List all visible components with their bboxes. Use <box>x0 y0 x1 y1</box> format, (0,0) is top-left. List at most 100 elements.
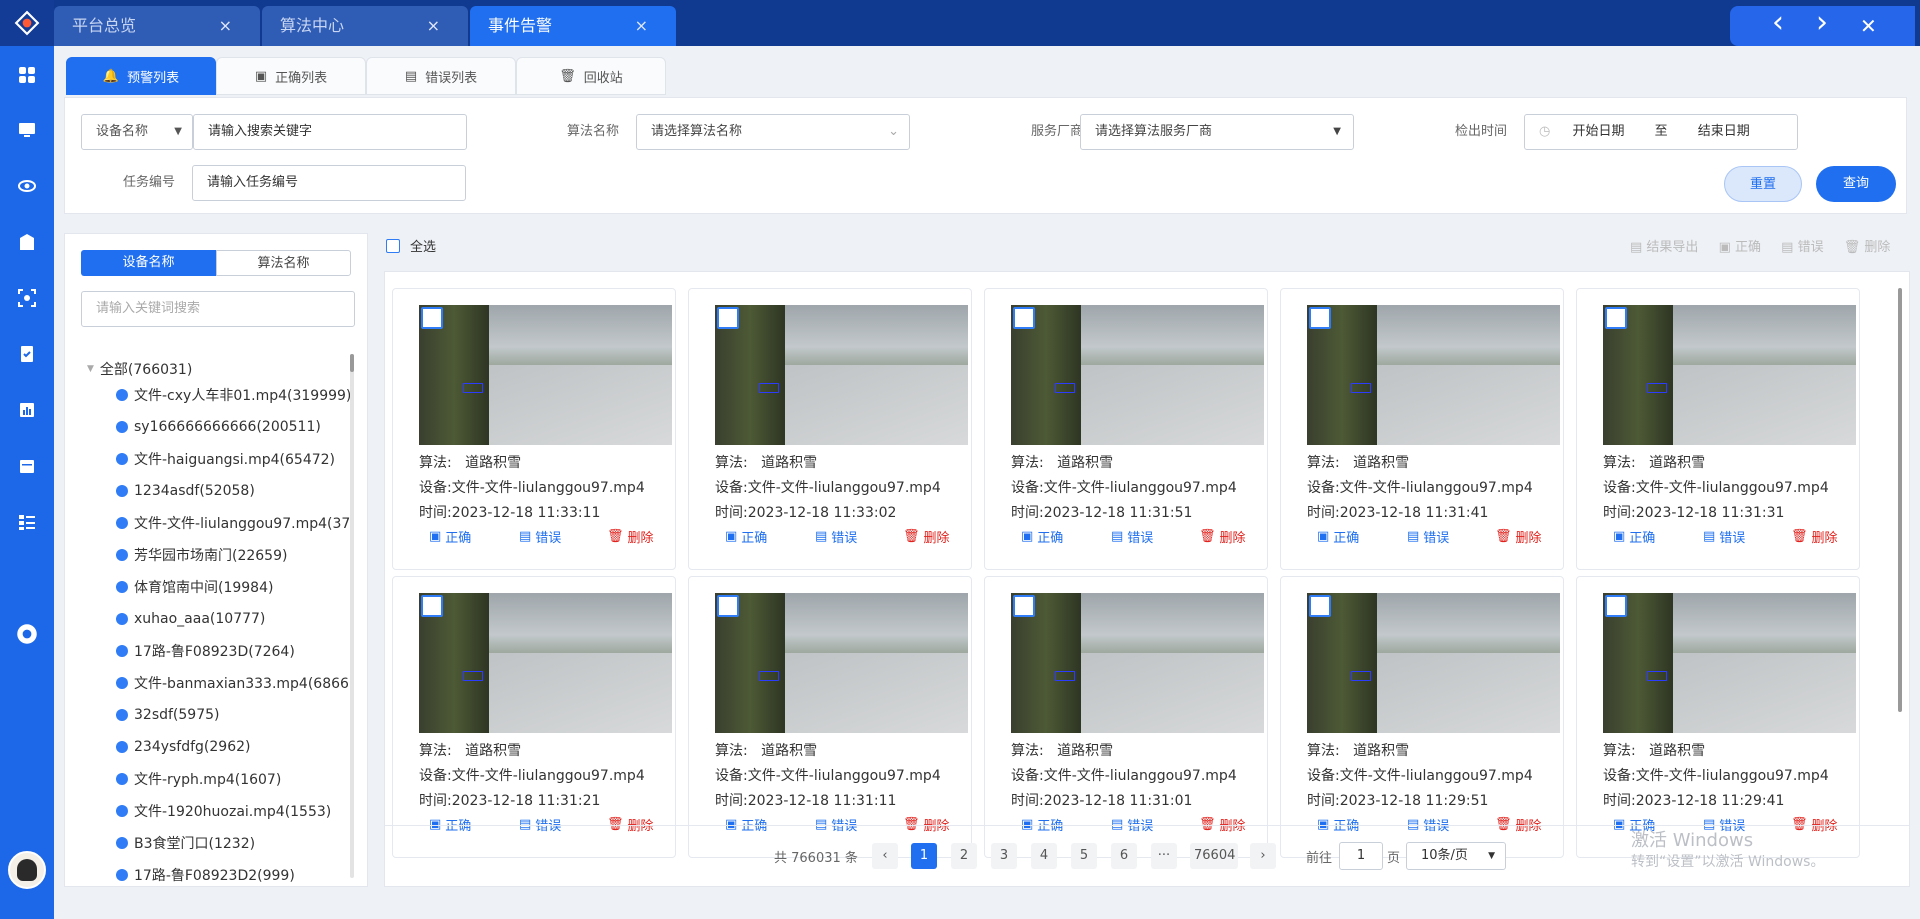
tree-item-device[interactable]: 芳华园市场南门(22659) <box>116 545 287 565</box>
tree-item-device[interactable]: 1234asdf(52058) <box>116 481 255 501</box>
tree-item-device[interactable]: sy166666666666(200511) <box>116 417 321 437</box>
start-date[interactable]: 开始日期 <box>1572 124 1624 139</box>
page-button[interactable]: 6 <box>1111 843 1137 869</box>
card-delete-button[interactable]: 🗑 删除 <box>1495 527 1542 546</box>
tree-item-device[interactable]: 文件-cxy人车非01.mp4(319999) <box>116 385 351 405</box>
end-date[interactable]: 结束日期 <box>1698 124 1750 139</box>
document-check-icon[interactable] <box>0 334 54 374</box>
user-avatar[interactable] <box>0 850 54 890</box>
alarm-card[interactable]: 算法: 道路积雪 设备:文件-文件-liulanggou97.mp4 时间:2023… <box>1576 576 1860 858</box>
card-delete-button[interactable]: 🗑 删除 <box>607 527 654 546</box>
vendor-select[interactable]: 请选择算法服务厂商 ▼ <box>1080 114 1354 150</box>
tab-algorithm-center[interactable]: 算法中心 × <box>262 6 468 46</box>
card-checkbox[interactable] <box>717 307 739 329</box>
tab-correct-list[interactable]: ▣ 正确列表 <box>216 57 366 95</box>
close-all-icon[interactable]: ✕ <box>1860 6 1877 46</box>
card-delete-button[interactable]: 🗑 删除 <box>1791 527 1838 546</box>
tree-item-device[interactable]: 17路-鲁F08923D2(999) <box>116 865 295 885</box>
close-icon[interactable]: × <box>635 6 648 46</box>
keyword-input[interactable]: 请输入搜索关键字 <box>193 114 467 150</box>
dashboard-icon[interactable] <box>0 55 54 95</box>
bulk-correct-button[interactable]: ▣ 正确 <box>1719 240 1761 255</box>
card-wrong-button[interactable]: ▤ 错误 <box>1703 527 1745 546</box>
seg-device-name[interactable]: 设备名称 <box>81 250 216 276</box>
next-page-button[interactable]: › <box>1250 843 1276 869</box>
scrollbar[interactable] <box>1898 288 1902 712</box>
tab-error-list[interactable]: ▤ 错误列表 <box>366 57 516 95</box>
alarm-card[interactable]: 算法: 道路积雪 设备:文件-文件-liulanggou97.mp4 时间:2023… <box>688 576 972 858</box>
tree-search-input[interactable]: 请输入关键词搜索 <box>81 291 355 327</box>
card-correct-button[interactable]: ▣ 正确 <box>725 527 767 546</box>
date-range-picker[interactable]: ◷ 开始日期 至 结束日期 <box>1524 114 1798 150</box>
card-correct-button[interactable]: ▣ 正确 <box>1613 527 1655 546</box>
page-button[interactable]: 3 <box>991 843 1017 869</box>
tab-platform-overview[interactable]: 平台总览 × <box>54 6 260 46</box>
card-checkbox[interactable] <box>1309 307 1331 329</box>
tab-event-alarm[interactable]: 事件告警 × <box>470 6 676 46</box>
card-correct-button[interactable]: ▣ 正确 <box>429 527 471 546</box>
alarm-card[interactable]: 算法: 道路积雪 设备:文件-文件-liulanggou97.mp4 时间:2023… <box>1280 576 1564 858</box>
card-checkbox[interactable] <box>1309 595 1331 617</box>
alarm-card[interactable]: 算法: 道路积雪 设备:文件-文件-liulanggou97.mp4 时间:2023… <box>688 288 972 570</box>
alarm-card[interactable]: 算法: 道路积雪 设备:文件-文件-liulanggou97.mp4 时间:2023… <box>1280 288 1564 570</box>
card-wrong-button[interactable]: ▤ 错误 <box>519 527 561 546</box>
app-logo[interactable] <box>0 0 54 46</box>
chevron-left-icon[interactable]: ‹ <box>1772 3 1784 43</box>
card-wrong-button[interactable]: ▤ 错误 <box>1111 527 1153 546</box>
reset-button[interactable]: 重置 <box>1724 166 1802 202</box>
alarm-card[interactable]: 算法: 道路积雪 设备:文件-文件-liulanggou97.mp4 时间:2023… <box>1576 288 1860 570</box>
select-all-row[interactable]: 全选 <box>386 236 436 255</box>
tab-recycle-bin[interactable]: 🗑 回收站 <box>516 57 666 95</box>
tree-item-device[interactable]: 文件-ryph.mp4(1607) <box>116 769 281 789</box>
page-button[interactable]: ··· <box>1151 843 1177 869</box>
snapshot-image[interactable] <box>1603 305 1856 445</box>
eye-icon[interactable] <box>0 166 54 206</box>
snapshot-image[interactable] <box>715 593 968 733</box>
building-icon[interactable] <box>0 222 54 262</box>
settings-gear-icon[interactable] <box>0 614 54 654</box>
page-button[interactable]: 76604 <box>1190 843 1238 869</box>
card-delete-button[interactable]: 🗑 删除 <box>903 527 950 546</box>
close-icon[interactable]: × <box>219 6 232 46</box>
tree-item-device[interactable]: 文件-haiguangsi.mp4(65472) <box>116 449 335 469</box>
export-button[interactable]: ▤ 结果导出 <box>1630 240 1698 255</box>
snapshot-image[interactable] <box>419 305 672 445</box>
card-wrong-button[interactable]: ▤ 错误 <box>1407 527 1449 546</box>
algo-select[interactable]: 请选择算法名称 ⌄ <box>636 114 910 150</box>
card-checkbox[interactable] <box>421 307 443 329</box>
tree-item-device[interactable]: 文件-1920huozai.mp4(1553) <box>116 801 331 821</box>
alarm-card[interactable]: 算法: 道路积雪 设备:文件-文件-liulanggou97.mp4 时间:2023… <box>392 576 676 858</box>
tree-item-device[interactable]: 文件-文件-liulanggou97.mp4(37 <box>116 513 350 533</box>
card-checkbox[interactable] <box>1013 307 1035 329</box>
page-button[interactable]: 1 <box>911 843 937 869</box>
tree-item-device[interactable]: 234ysfdfg(2962) <box>116 737 250 757</box>
close-icon[interactable]: × <box>427 6 440 46</box>
scrollbar[interactable] <box>350 354 354 878</box>
goto-page-input[interactable]: 1 <box>1339 842 1383 870</box>
card-correct-button[interactable]: ▣ 正确 <box>1021 527 1063 546</box>
snapshot-image[interactable] <box>1011 305 1264 445</box>
tree-item-device[interactable]: 体育馆南中间(19984) <box>116 577 273 597</box>
tree-root[interactable]: ▼ 全部(766031) <box>87 359 192 379</box>
tree-item-device[interactable]: xuhao_aaa(10777) <box>116 609 265 629</box>
alarm-card[interactable]: 算法: 道路积雪 设备:文件-文件-liulanggou97.mp4 时间:2023… <box>984 288 1268 570</box>
chart-icon[interactable] <box>0 390 54 430</box>
face-scan-icon[interactable] <box>0 278 54 318</box>
card-wrong-button[interactable]: ▤ 错误 <box>815 527 857 546</box>
snapshot-image[interactable] <box>1603 593 1856 733</box>
chevron-right-icon[interactable]: › <box>1816 3 1828 43</box>
prev-page-button[interactable]: ‹ <box>872 843 898 869</box>
alarm-card[interactable]: 算法: 道路积雪 设备:文件-文件-liulanggou97.mp4 时间:2023… <box>984 576 1268 858</box>
tree-item-device[interactable]: 17路-鲁F08923D(7264) <box>116 641 295 661</box>
bulk-delete-button[interactable]: 🗑 删除 <box>1844 240 1891 255</box>
page-button[interactable]: 5 <box>1071 843 1097 869</box>
device-field-select[interactable]: 设备名称 ▼ <box>81 114 193 150</box>
page-size-select[interactable]: 10条/页 ▼ <box>1406 842 1506 870</box>
tree-item-device[interactable]: B3食堂门口(1232) <box>116 833 255 853</box>
bulk-wrong-button[interactable]: ▤ 错误 <box>1781 240 1823 255</box>
task-number-input[interactable]: 请输入任务编号 <box>192 165 466 201</box>
card-checkbox[interactable] <box>421 595 443 617</box>
alarm-card[interactable]: 算法: 道路积雪 设备:文件-文件-liulanggou97.mp4 时间:2023… <box>392 288 676 570</box>
snapshot-image[interactable] <box>1011 593 1264 733</box>
card-delete-button[interactable]: 🗑 删除 <box>1199 527 1246 546</box>
